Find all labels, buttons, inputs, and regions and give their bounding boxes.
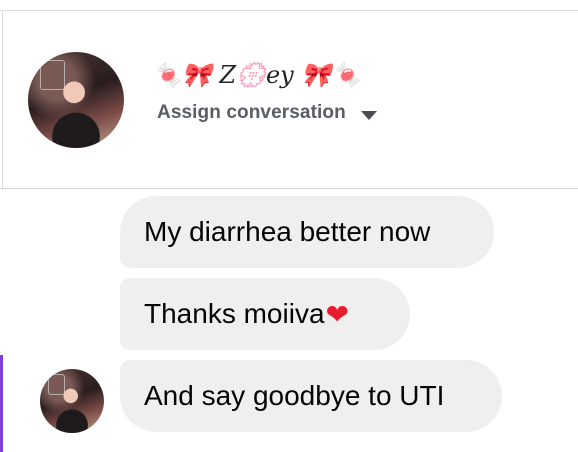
- message-text: Thanks moiiva: [144, 298, 325, 329]
- top-border: [0, 10, 578, 11]
- chevron-down-icon[interactable]: [360, 110, 377, 120]
- message-bubble[interactable]: My diarrhea better now: [120, 196, 494, 268]
- contact-name[interactable]: 🍬🎀 Z💮ey 🎀🍬: [152, 58, 361, 92]
- message-bubble[interactable]: Thanks moiiva❤: [120, 278, 410, 350]
- message-text: My diarrhea better now: [144, 216, 431, 247]
- message-text: And say goodbye to UTI: [144, 380, 445, 411]
- heart-icon: ❤: [325, 298, 349, 331]
- message-bubble[interactable]: And say goodbye to UTI: [120, 360, 502, 432]
- unread-indicator-bar: [0, 355, 3, 452]
- sender-avatar[interactable]: [40, 369, 104, 433]
- contact-avatar[interactable]: [28, 52, 124, 148]
- header-divider: [0, 188, 578, 189]
- assign-conversation-dropdown[interactable]: Assign conversation: [157, 102, 377, 124]
- left-border: [2, 10, 3, 190]
- assign-conversation-label: Assign conversation: [157, 102, 346, 123]
